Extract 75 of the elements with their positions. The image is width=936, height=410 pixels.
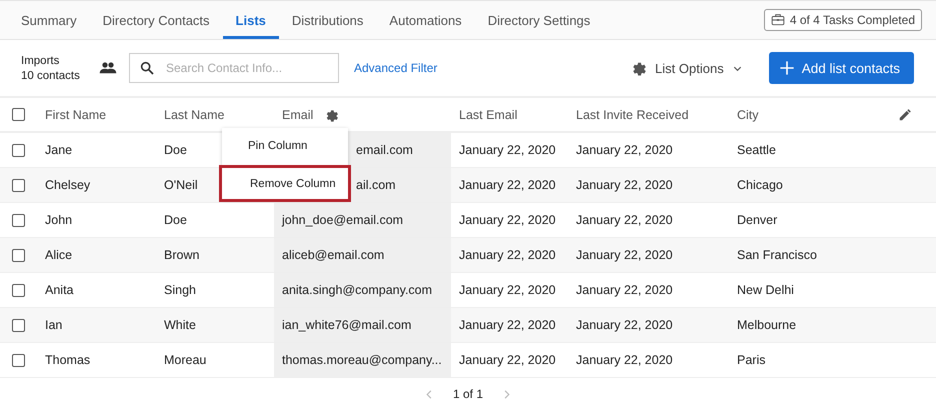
search-field[interactable]: Search Contact Info... <box>129 53 339 83</box>
table-cell: Thomas <box>45 353 90 367</box>
contact-count: 10 contacts <box>21 70 81 82</box>
tab[interactable]: Distributions <box>278 1 376 39</box>
table-cell: Brown <box>164 248 200 262</box>
column-header[interactable]: First Name <box>45 108 106 122</box>
row-checkbox[interactable] <box>12 318 24 332</box>
table-cell: January 22, 2020 <box>576 143 673 157</box>
table-cell: Paris <box>737 353 766 367</box>
table-cell: January 22, 2020 <box>459 318 556 332</box>
table-cell: ail.com <box>356 178 396 192</box>
table-cell: Denver <box>737 213 778 227</box>
table-cell: New Delhi <box>737 283 794 297</box>
table-cell: ian_white76@mail.com <box>282 318 412 332</box>
tab[interactable]: Lists <box>222 1 279 39</box>
tab[interactable]: Summary <box>8 1 90 39</box>
column-header[interactable]: Email <box>282 108 314 122</box>
tab[interactable]: Automations <box>376 1 475 39</box>
select-all-checkbox[interactable] <box>12 108 24 121</box>
list-name: Imports <box>21 54 60 66</box>
row-checkbox[interactable] <box>12 284 24 296</box>
row-checkbox[interactable] <box>12 248 24 262</box>
row-checkbox[interactable] <box>12 178 24 192</box>
table-cell: January 22, 2020 <box>459 248 556 262</box>
table-cell: John <box>45 213 72 227</box>
table-cell: January 22, 2020 <box>459 178 556 192</box>
column-header[interactable]: Last Email <box>459 108 518 122</box>
table-cell: O'Neil <box>164 178 198 192</box>
table-cell: January 22, 2020 <box>459 353 556 367</box>
table-cell: January 22, 2020 <box>576 283 673 297</box>
table-cell: January 22, 2020 <box>576 248 673 262</box>
list-options-button[interactable]: List Options <box>623 58 749 78</box>
table-cell: January 22, 2020 <box>576 318 673 332</box>
menu-item[interactable]: Pin Column <box>222 128 348 163</box>
table-cell: john_doe@email.com <box>282 213 404 227</box>
table-cell: White <box>164 318 196 332</box>
table-cell: Jane <box>45 143 72 157</box>
tasks-badge[interactable]: 4 of 4 Tasks Completed <box>764 9 922 31</box>
page-indicator: 1 of 1 <box>452 387 484 401</box>
row-checkbox[interactable] <box>12 354 24 366</box>
table-cell: Chelsey <box>45 178 90 192</box>
table-cell: Chicago <box>737 178 783 192</box>
table-cell: January 22, 2020 <box>576 213 673 227</box>
table-cell: Moreau <box>164 353 206 367</box>
table-cell: Doe <box>164 213 187 227</box>
row-checkbox[interactable] <box>12 144 24 156</box>
plus-icon <box>778 60 795 76</box>
table-cell: Ian <box>45 318 62 332</box>
table-cell: anita.singh@company.com <box>282 283 432 297</box>
table-cell: Melbourne <box>737 318 796 332</box>
table-cell: email.com <box>356 143 413 157</box>
advanced-filter-link[interactable]: Advanced Filter <box>354 61 438 75</box>
table-cell: January 22, 2020 <box>459 283 556 297</box>
column-header[interactable]: Last Invite Received <box>576 108 689 122</box>
menu-item[interactable]: Remove Column <box>219 165 351 202</box>
column-header[interactable]: Last Name <box>164 108 224 122</box>
table-cell: January 22, 2020 <box>576 353 673 367</box>
table-cell: Anita <box>45 283 74 297</box>
row-checkbox[interactable] <box>12 214 24 226</box>
table-cell: thomas.moreau@company... <box>282 353 442 367</box>
add-list-contacts-button[interactable]: Add list contacts <box>768 52 914 84</box>
column-header[interactable]: City <box>737 108 759 122</box>
tab[interactable]: Directory Settings <box>474 1 604 39</box>
table-cell: aliceb@email.com <box>282 248 384 262</box>
table-cell: Doe <box>164 143 187 157</box>
pencil-icon <box>898 108 912 122</box>
table-cell: San Francisco <box>737 248 817 262</box>
tab[interactable]: Directory Contacts <box>90 1 223 39</box>
table-cell: Alice <box>45 248 72 262</box>
table-cell: January 22, 2020 <box>576 178 673 192</box>
briefcase-icon <box>770 13 785 27</box>
table-cell: January 22, 2020 <box>459 143 556 157</box>
table-cell: January 22, 2020 <box>459 213 556 227</box>
table-cell: Singh <box>164 283 196 297</box>
table-cell: Seattle <box>737 143 776 157</box>
